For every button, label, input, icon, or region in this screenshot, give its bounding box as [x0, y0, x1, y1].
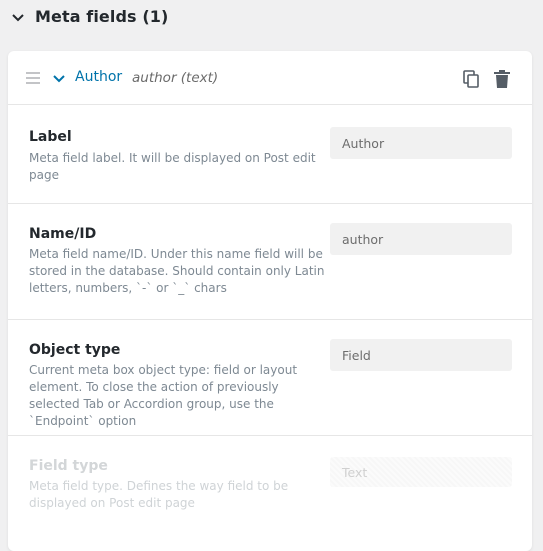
section-title: Meta fields (1) — [35, 7, 169, 26]
row-label: Label — [29, 129, 72, 145]
meta-field-header: Author author (text) — [8, 51, 532, 105]
meta-field-card: Author author (text) Label Meta field la… — [8, 51, 532, 551]
drag-handle-icon[interactable] — [26, 72, 40, 84]
copy-icon[interactable] — [463, 70, 480, 88]
row-description: Meta field type. Defines the way field t… — [29, 479, 289, 510]
row-label: Field type — [29, 458, 108, 474]
label-input[interactable]: Author — [330, 127, 512, 159]
label-row: Label Meta field label. It will be displ… — [8, 105, 532, 204]
name-id-row: Name/ID Meta field name/ID. Under this n… — [8, 204, 532, 320]
field-title[interactable]: Author — [75, 69, 122, 85]
row-description: Meta field label. It will be displayed o… — [29, 151, 316, 182]
field-type-row: Field type Meta field type. Defines the … — [8, 436, 532, 551]
meta-fields-section-header[interactable]: Meta fields (1) — [0, 0, 543, 36]
object-type-row: Object type Current meta box object type… — [8, 320, 532, 436]
row-description: Current meta box object type: field or l… — [29, 363, 298, 428]
trash-icon[interactable] — [494, 70, 510, 88]
row-label: Name/ID — [29, 226, 97, 242]
chevron-down-icon[interactable] — [52, 72, 66, 86]
chevron-down-icon[interactable] — [10, 10, 26, 26]
field-type-select[interactable]: Text — [330, 457, 512, 487]
row-description: Meta field name/ID. Under this name fiel… — [29, 247, 325, 295]
field-subtitle: author (text) — [132, 70, 219, 86]
name-id-input[interactable]: author — [330, 223, 512, 255]
object-type-select[interactable]: Field — [330, 339, 512, 371]
row-label: Object type — [29, 342, 121, 358]
